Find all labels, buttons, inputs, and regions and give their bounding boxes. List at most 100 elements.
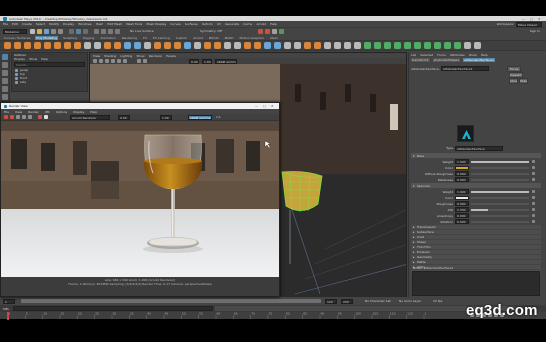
ae-node-tab[interactable]: pCylinderShape1	[432, 58, 461, 62]
ae-section-header-collapsed[interactable]: ▸ Matte	[411, 260, 541, 264]
shelf-tool-icon[interactable]	[204, 42, 211, 49]
menu-item[interactable]: Help	[270, 22, 277, 26]
map-button-icon[interactable]	[532, 178, 535, 181]
ae-notes-area[interactable]	[412, 271, 540, 296]
rgb-channel-icon[interactable]	[38, 115, 42, 119]
render-view-close-icon[interactable]: ✕	[271, 104, 279, 108]
outliner-item[interactable]: side	[12, 80, 87, 84]
ae-attribute-slider[interactable]	[471, 190, 529, 193]
ae-section-header-collapsed[interactable]: ▸ Coat	[411, 235, 541, 239]
shelf-tool-icon[interactable]	[444, 42, 451, 49]
ae-hide-button[interactable]: Hide	[519, 78, 528, 84]
shelf-tool-icon[interactable]	[454, 42, 461, 49]
new-scene-icon[interactable]	[30, 28, 35, 34]
ae-menu-item[interactable]: Selected	[420, 53, 433, 57]
select-object-icon[interactable]	[76, 28, 81, 34]
snap-point-icon[interactable]	[108, 28, 113, 34]
shelf-tool-icon[interactable]	[234, 42, 241, 49]
render-gamma-field[interactable]: 1.00	[160, 114, 172, 120]
shelf-tab[interactable]: Arnold	[192, 36, 204, 40]
shelf-tab[interactable]: FX	[142, 36, 148, 40]
viewport-menu-item[interactable]: Shading	[104, 54, 116, 58]
map-button-icon[interactable]	[532, 208, 535, 211]
live-surface-label[interactable]: No Live Surface	[130, 29, 162, 33]
menu-item[interactable]: Deform	[202, 22, 213, 26]
ae-attribute-slider[interactable]	[471, 208, 529, 211]
shelf-tool-icon[interactable]	[144, 42, 151, 49]
ae-attribute-value[interactable]: 0.000	[455, 171, 469, 176]
shelf-tab[interactable]: Rendering	[121, 36, 138, 40]
viewport-colorspace[interactable]: sRGB gamma	[215, 58, 237, 64]
menu-item[interactable]: File	[3, 22, 8, 26]
ae-section-header-collapsed[interactable]: ▸ Emission	[411, 250, 541, 254]
shelf-tab[interactable]: MASH	[224, 36, 235, 40]
hypershade-icon[interactable]	[279, 28, 284, 34]
menu-item[interactable]: Create	[22, 22, 32, 26]
shelf-tool-icon[interactable]	[374, 42, 381, 49]
shelf-tool-icon[interactable]	[214, 42, 221, 49]
shelf-tab[interactable]: Rigging	[82, 36, 95, 40]
minimize-icon[interactable]: —	[522, 17, 530, 21]
render-settings-icon[interactable]	[272, 28, 277, 34]
ae-attribute-value[interactable]: 0.000	[455, 213, 469, 218]
ae-section-header-collapsed[interactable]: ▸ Subsurface	[411, 230, 541, 234]
render-region-icon[interactable]	[22, 115, 26, 119]
shelf-tool-icon[interactable]	[174, 42, 181, 49]
menu-item[interactable]: Edit	[12, 22, 18, 26]
ae-attribute-slider[interactable]	[471, 166, 529, 169]
save-scene-icon[interactable]	[44, 28, 49, 34]
shelf-tool-icon[interactable]	[324, 42, 331, 49]
menu-item[interactable]: Arnold	[256, 22, 266, 26]
ae-type-dropdown[interactable]: aiStandardSurface	[455, 145, 503, 151]
color-swatch[interactable]	[455, 195, 469, 200]
anim-layer-label[interactable]: No Anim Layer	[399, 299, 429, 303]
ipr-icon[interactable]	[10, 115, 14, 119]
menu-item[interactable]: Windows	[78, 22, 91, 26]
range-end-field[interactable]: 120	[325, 298, 337, 304]
map-button-icon[interactable]	[532, 220, 535, 223]
move-tool-icon[interactable]	[2, 78, 8, 84]
shelf-tool-icon[interactable]	[114, 42, 121, 49]
shelf-tab[interactable]: Sculpting	[62, 36, 78, 40]
shelf-tab[interactable]: Animation	[99, 36, 116, 40]
ae-menu-item[interactable]: Focus	[437, 53, 446, 57]
shelf-tool-icon[interactable]	[384, 42, 391, 49]
render-view-maximize-icon[interactable]: □	[263, 104, 271, 108]
shelf-tool-icon[interactable]	[44, 42, 51, 49]
shelf-tool-icon[interactable]	[184, 42, 191, 49]
shelf-tool-icon[interactable]	[404, 42, 411, 49]
viewport-value-a[interactable]: 0.00	[189, 58, 199, 64]
shelf-tool-icon[interactable]	[164, 42, 171, 49]
command-input[interactable]	[13, 306, 213, 311]
alpha-channel-icon[interactable]	[44, 115, 48, 119]
ae-attribute-slider[interactable]	[471, 172, 529, 175]
select-component-icon[interactable]	[83, 28, 88, 34]
ae-attribute-value[interactable]: 0.000	[455, 219, 469, 224]
render-exposure-field[interactable]: 0.00	[118, 114, 130, 120]
snap-surface-icon[interactable]	[115, 28, 120, 34]
shelf-tab[interactable]: Custom	[175, 36, 189, 40]
render-view-menu-item[interactable]: IPR	[45, 110, 50, 114]
ae-node-tab[interactable]: transform1	[411, 58, 430, 62]
menu-item[interactable]: Mesh Display	[146, 22, 166, 26]
shelf-tool-icon[interactable]	[94, 42, 101, 49]
shelf-tool-icon[interactable]	[244, 42, 251, 49]
ae-section-header[interactable]: ▾ Specular	[411, 183, 541, 188]
shelf-tool-icon[interactable]	[394, 42, 401, 49]
ae-attribute-value[interactable]: 0.000	[455, 201, 469, 206]
shelf-tab[interactable]: Poly Modeling	[35, 35, 59, 40]
shelf-tab[interactable]: Motion Graphics	[238, 36, 264, 40]
ae-attribute-slider[interactable]	[471, 178, 529, 181]
map-button-icon[interactable]	[532, 166, 535, 169]
snap-curve-icon[interactable]	[101, 28, 106, 34]
shelf-tool-icon[interactable]	[154, 42, 161, 49]
render-view-menu-item[interactable]: File	[4, 110, 9, 114]
ae-focus-button[interactable]: Focus	[507, 65, 521, 72]
ae-menu-item[interactable]: Show	[469, 53, 477, 57]
fps-label[interactable]: 24 fps	[433, 299, 449, 303]
outliner-menu-item[interactable]: Help	[41, 57, 48, 61]
shelf-tab[interactable]: Bifrost	[208, 36, 220, 40]
shadows-icon[interactable]	[123, 59, 127, 63]
select-tool-icon[interactable]	[2, 54, 8, 60]
render-view-menu-item[interactable]: View	[15, 110, 22, 114]
